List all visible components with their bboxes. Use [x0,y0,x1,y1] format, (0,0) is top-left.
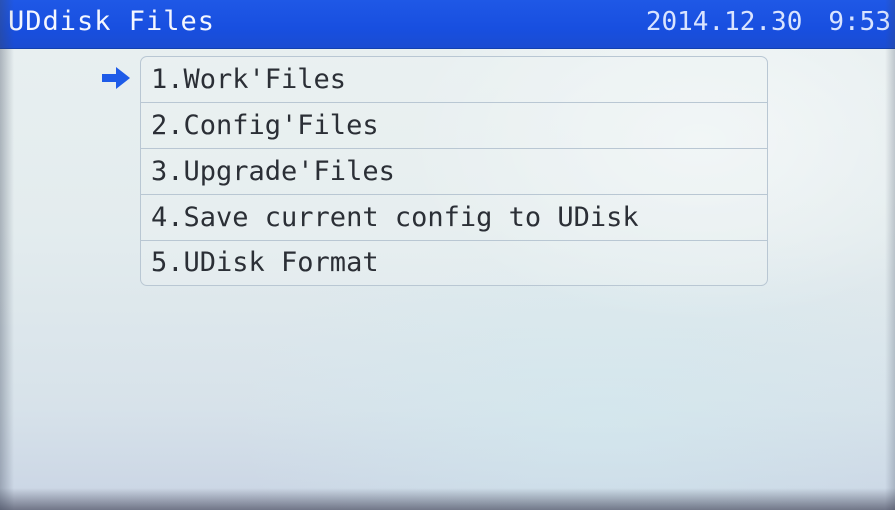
menu-item-work-files[interactable]: 1.Work'Files [141,57,767,103]
device-screen: UDdisk Files 2014.12.30 9:53 1.Work'Files… [0,0,895,510]
menu-item-save-config[interactable]: 4.Save current config to UDisk [141,195,767,241]
date-display: 2014.12.30 [645,7,803,37]
file-menu: 1.Work'Files 2.Config'Files 3.Upgrade'Fi… [140,56,768,286]
datetime-display: 2014.12.30 9:53 [646,7,891,37]
page-title: UDdisk Files [8,6,216,37]
menu-item-config-files[interactable]: 2.Config'Files [141,103,767,149]
time-display: 9:53 [828,7,891,37]
menu-item-udisk-format[interactable]: 5.UDisk Format [141,241,767,285]
menu-item-upgrade-files[interactable]: 3.Upgrade'Files [141,149,767,195]
arrow-right-icon [102,67,130,89]
title-bar: UDdisk Files 2014.12.30 9:53 [0,0,895,49]
